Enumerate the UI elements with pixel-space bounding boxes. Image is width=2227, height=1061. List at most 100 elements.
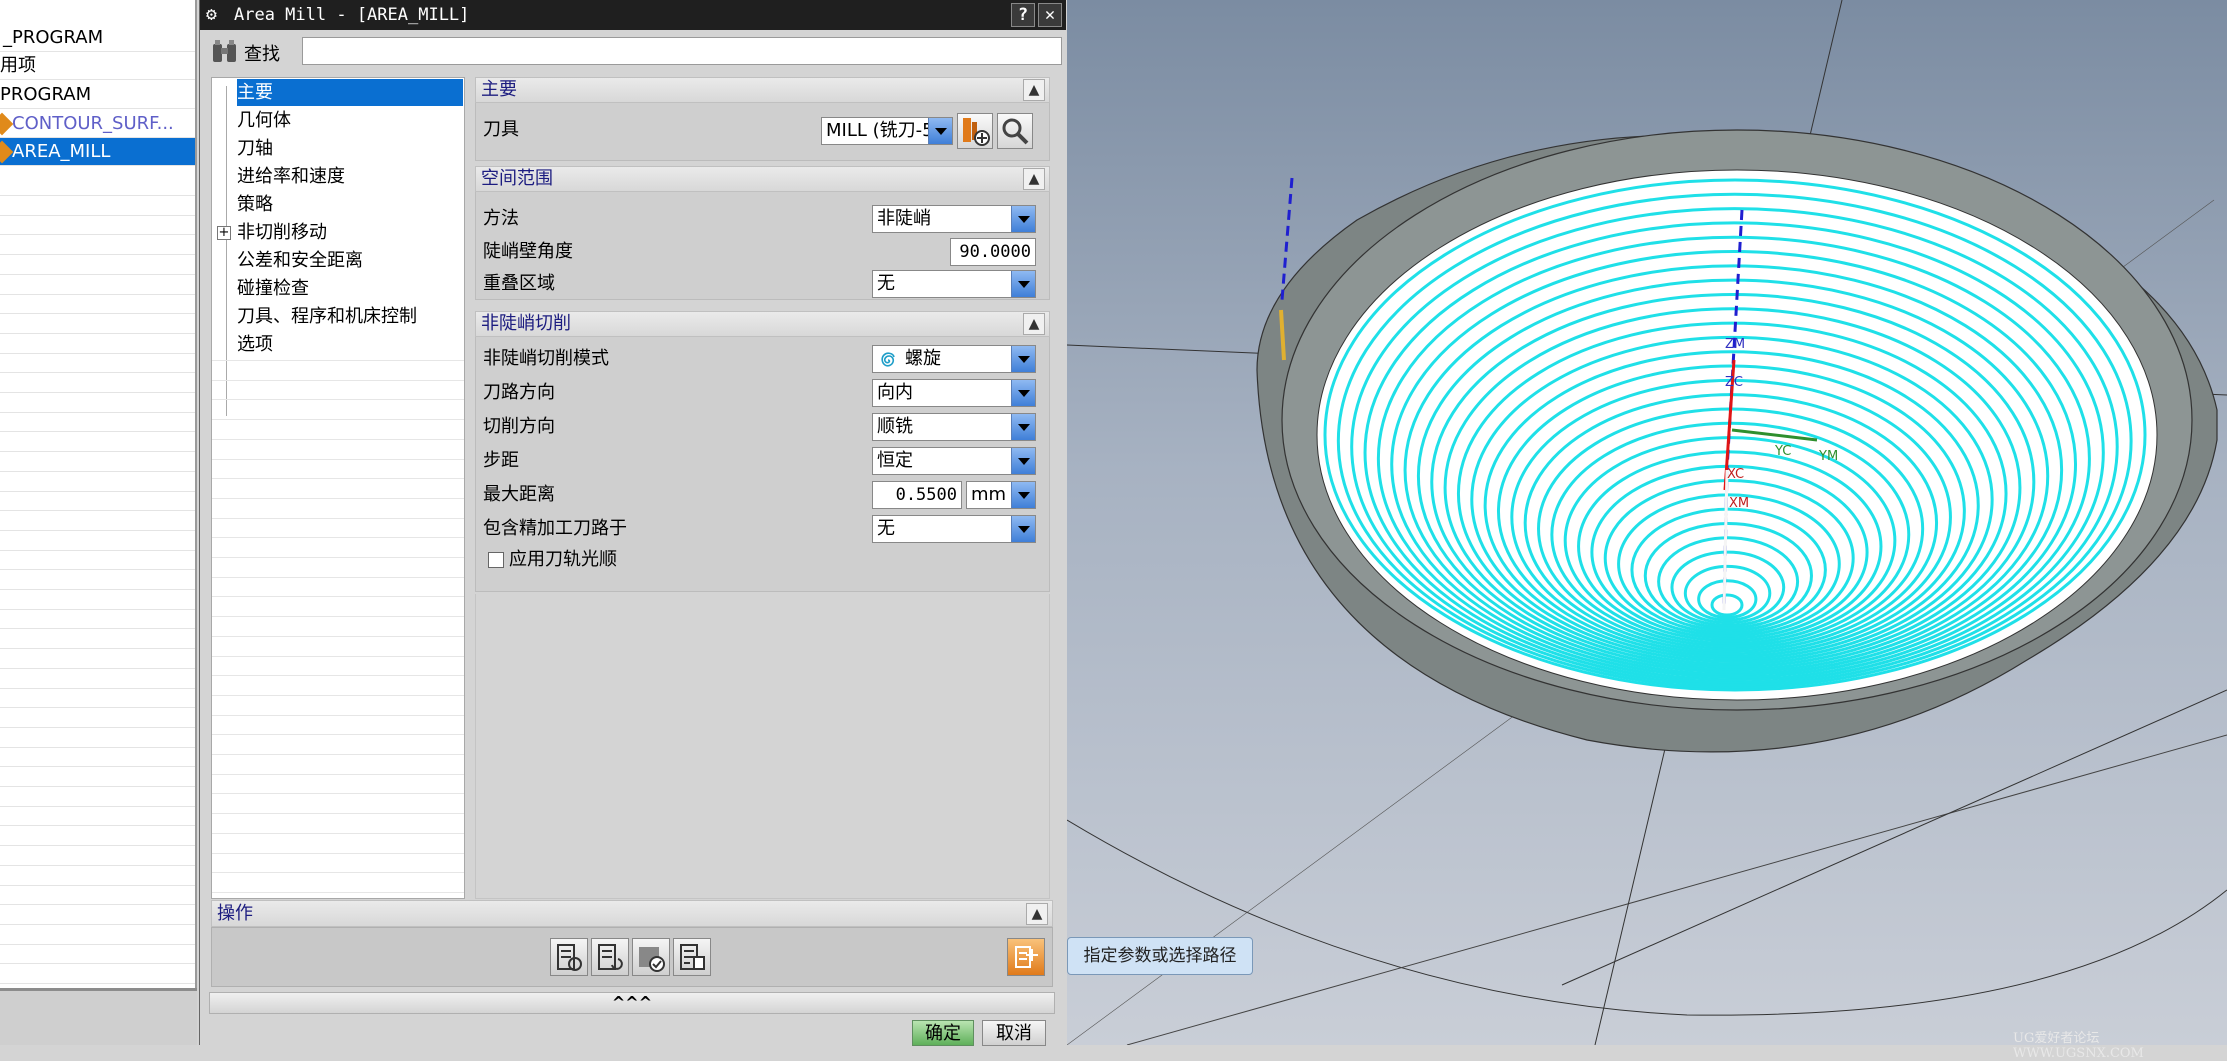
cut-direction-dropdown[interactable]: 顺铣 <box>872 413 1036 441</box>
tree-item-feeds-speeds[interactable]: 进给率和速度 <box>237 163 463 190</box>
nav-item-label: CONTOUR_SURF... <box>12 113 174 134</box>
nav-item-contour-surf[interactable]: CONTOUR_SURF... <box>0 110 195 138</box>
dialog-titlebar[interactable]: ⚙ Area Mill - [AREA_MILL] ? ✕ <box>200 0 1066 30</box>
nav-item-area-mill[interactable]: AREA_MILL <box>0 138 195 166</box>
navigator-scrollbar[interactable] <box>0 988 197 1045</box>
chevron-down-icon <box>1011 206 1035 232</box>
tree-row-divider <box>212 773 464 775</box>
replay-button[interactable] <box>591 938 629 976</box>
steep-angle-input[interactable]: 90.0000 <box>950 238 1036 266</box>
stepover-label: 步距 <box>483 450 519 471</box>
expand-icon[interactable]: + <box>217 226 231 240</box>
help-button[interactable]: ? <box>1011 3 1035 27</box>
tree-item-main[interactable]: 主要 <box>237 79 463 106</box>
navigator-row-divider <box>0 825 195 827</box>
chevron-down-icon <box>928 118 952 144</box>
ok-button[interactable]: 确定 <box>912 1020 974 1046</box>
navigator-row-divider <box>0 707 195 709</box>
new-tool-button[interactable] <box>957 113 993 149</box>
toolpath-display-button[interactable] <box>1007 938 1045 976</box>
tree-item-tool-program-machine[interactable]: 刀具、程序和机床控制 <box>237 303 463 330</box>
nav-item-unused[interactable]: 用项 <box>0 52 195 80</box>
section-main: 主要 ▲ 刀具 MILL (铣刀-5 <box>475 77 1050 163</box>
tree-item-tolerances[interactable]: 公差和安全距离 <box>237 247 463 274</box>
max-distance-input[interactable]: 0.5500 <box>872 481 962 509</box>
overlap-value: 无 <box>877 273 895 294</box>
find-input[interactable] <box>302 37 1062 65</box>
unit-dropdown[interactable]: mm <box>966 481 1036 509</box>
section-title: 空间范围 <box>481 168 553 189</box>
collapse-icon[interactable]: ▲ <box>1023 313 1045 335</box>
verify-icon <box>639 947 665 972</box>
navigator-row-divider <box>0 372 195 374</box>
graphics-viewport[interactable]: ZM ZC YC YM XC XM <box>1067 0 2227 1045</box>
path-direction-dropdown[interactable]: 向内 <box>872 379 1036 407</box>
tool-label: 刀具 <box>483 119 519 140</box>
finish-pass-dropdown[interactable]: 无 <box>872 515 1036 543</box>
collapse-icon[interactable]: ▲ <box>1023 79 1045 101</box>
tree-row-divider <box>212 458 464 460</box>
spiral-icon <box>881 352 895 367</box>
section-non-steep-header[interactable]: 非陡峭切削 ▲ <box>475 311 1050 337</box>
section-space-body: 方法 非陡峭 陡峭壁角度 90.0000 重叠区域 无 <box>475 192 1050 300</box>
tree-item-geometry[interactable]: 几何体 <box>237 107 463 134</box>
tree-row-divider <box>212 438 464 440</box>
list-icon <box>680 944 705 970</box>
navigator-row-divider <box>0 943 195 945</box>
tree-item-non-cutting-moves[interactable]: 非切削移动 <box>237 219 463 246</box>
edit-tool-button[interactable] <box>997 113 1033 149</box>
smooth-checkbox[interactable] <box>488 552 504 568</box>
parameter-panel: 主要 ▲ 刀具 MILL (铣刀-5 空间范围 ▲ 方法 非陡峭 陡峭壁角度 90.… <box>475 77 1053 899</box>
collapse-icon[interactable]: ▲ <box>1023 168 1045 190</box>
axis-label: YC <box>1774 444 1791 459</box>
tool-dropdown[interactable]: MILL (铣刀-5 <box>821 117 953 145</box>
method-dropdown[interactable]: 非陡峭 <box>872 205 1036 233</box>
verify-button[interactable] <box>632 938 670 976</box>
generate-button[interactable] <box>550 938 588 976</box>
list-button[interactable] <box>673 938 711 976</box>
tree-row-divider <box>212 891 464 893</box>
section-space-header[interactable]: 空间范围 ▲ <box>475 166 1050 192</box>
tree-row-divider <box>212 497 464 499</box>
gear-icon[interactable]: ⚙ <box>206 0 217 30</box>
tree-row-divider <box>212 635 464 637</box>
tree-connector <box>226 86 227 416</box>
nav-item-program[interactable]: _PROGRAM <box>0 24 195 52</box>
nav-item-program-group[interactable]: PROGRAM <box>0 81 195 109</box>
navigator-row-divider <box>0 667 195 669</box>
navigator-row-divider <box>0 254 195 256</box>
navigator-row-divider <box>0 332 195 334</box>
close-button[interactable]: ✕ <box>1038 3 1062 27</box>
collapse-icon[interactable]: ▲ <box>1026 903 1048 925</box>
cancel-button[interactable]: 取消 <box>982 1020 1046 1046</box>
navigator-row-divider <box>0 608 195 610</box>
tree-item-tool-axis[interactable]: 刀轴 <box>237 135 463 162</box>
tree-item-options[interactable]: 选项 <box>237 331 463 358</box>
tree-row-divider <box>212 694 464 696</box>
tool-value: MILL (铣刀-5 <box>826 120 934 141</box>
chevron-down-icon <box>1011 414 1035 440</box>
path-direction-label: 刀路方向 <box>483 382 555 403</box>
navigator-row-divider <box>0 589 195 590</box>
navigator-row-divider <box>0 845 195 847</box>
cut-mode-value: 螺旋 <box>905 348 941 369</box>
cut-direction-label: 切削方向 <box>483 416 555 437</box>
tree-row-divider <box>212 478 464 480</box>
tree-row-divider <box>212 675 464 677</box>
tree-item-strategy[interactable]: 策略 <box>237 191 463 218</box>
tree-row-divider <box>212 616 464 618</box>
cut-mode-dropdown[interactable]: 螺旋 <box>872 345 1036 373</box>
overlap-dropdown[interactable]: 无 <box>872 270 1036 298</box>
section-main-header[interactable]: 主要 ▲ <box>475 77 1050 103</box>
navigator-row-divider <box>0 490 195 492</box>
cut-mode-label: 非陡峭切削模式 <box>483 348 609 369</box>
tree-row-divider <box>212 379 464 381</box>
navigator-row-divider <box>0 687 195 689</box>
stepover-dropdown[interactable]: 恒定 <box>872 447 1036 475</box>
more-toggle[interactable]: ^^^ <box>209 992 1055 1014</box>
tree-row-divider <box>212 714 464 716</box>
tree-item-collision-check[interactable]: 碰撞检查 <box>237 275 463 302</box>
operations-header[interactable]: 操作 ▲ <box>211 900 1053 927</box>
chevron-down-icon <box>1011 346 1035 372</box>
tree-row-divider <box>212 754 464 755</box>
